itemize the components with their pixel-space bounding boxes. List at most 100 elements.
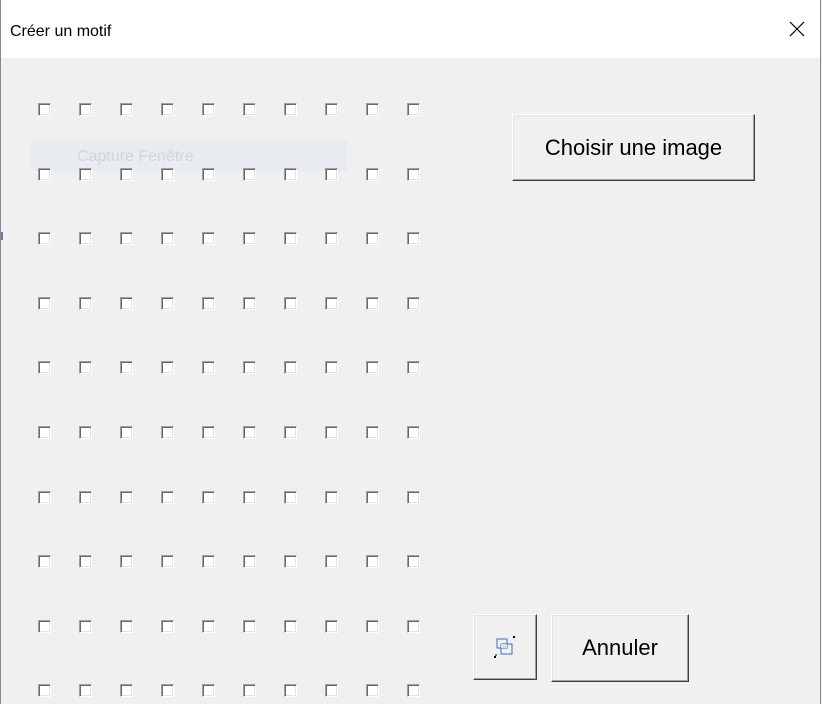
pattern-checkbox[interactable]: [202, 555, 215, 568]
pattern-checkbox[interactable]: [325, 491, 338, 504]
pattern-checkbox[interactable]: [243, 103, 256, 116]
pattern-checkbox[interactable]: [243, 426, 256, 439]
pattern-checkbox[interactable]: [161, 620, 174, 633]
pattern-checkbox[interactable]: [407, 555, 420, 568]
pattern-checkbox[interactable]: [202, 620, 215, 633]
pattern-checkbox[interactable]: [161, 555, 174, 568]
pattern-checkbox[interactable]: [243, 297, 256, 310]
pattern-checkbox[interactable]: [366, 168, 379, 181]
pattern-checkbox[interactable]: [79, 361, 92, 374]
pattern-checkbox[interactable]: [120, 361, 133, 374]
pattern-checkbox[interactable]: [284, 555, 297, 568]
pattern-checkbox[interactable]: [366, 620, 379, 633]
pattern-checkbox[interactable]: [407, 103, 420, 116]
pattern-checkbox[interactable]: [120, 232, 133, 245]
pattern-checkbox[interactable]: [38, 684, 51, 697]
pattern-checkbox[interactable]: [120, 620, 133, 633]
pattern-checkbox[interactable]: [325, 555, 338, 568]
pattern-checkbox[interactable]: [161, 232, 174, 245]
pattern-checkbox[interactable]: [202, 491, 215, 504]
pattern-checkbox[interactable]: [243, 232, 256, 245]
pattern-checkbox[interactable]: [79, 684, 92, 697]
pattern-checkbox[interactable]: [202, 297, 215, 310]
pattern-checkbox[interactable]: [120, 297, 133, 310]
pattern-checkbox[interactable]: [79, 168, 92, 181]
pattern-checkbox[interactable]: [243, 168, 256, 181]
pattern-checkbox[interactable]: [284, 426, 297, 439]
pattern-checkbox[interactable]: [161, 297, 174, 310]
pattern-checkbox[interactable]: [79, 620, 92, 633]
pattern-checkbox[interactable]: [366, 232, 379, 245]
pattern-checkbox[interactable]: [120, 555, 133, 568]
pattern-checkbox[interactable]: [284, 491, 297, 504]
pattern-checkbox[interactable]: [202, 361, 215, 374]
pattern-checkbox[interactable]: [407, 168, 420, 181]
pattern-checkbox[interactable]: [366, 555, 379, 568]
pattern-checkbox[interactable]: [79, 232, 92, 245]
pattern-checkbox[interactable]: [407, 232, 420, 245]
pattern-checkbox[interactable]: [325, 168, 338, 181]
pattern-checkbox[interactable]: [120, 103, 133, 116]
choose-image-button[interactable]: Choisir une image: [512, 114, 755, 181]
pattern-checkbox[interactable]: [284, 232, 297, 245]
screen-capture-button[interactable]: [473, 614, 537, 680]
pattern-checkbox[interactable]: [325, 426, 338, 439]
pattern-checkbox[interactable]: [38, 103, 51, 116]
pattern-checkbox[interactable]: [243, 555, 256, 568]
pattern-checkbox[interactable]: [243, 491, 256, 504]
pattern-checkbox[interactable]: [120, 168, 133, 181]
pattern-checkbox[interactable]: [407, 620, 420, 633]
pattern-checkbox[interactable]: [202, 426, 215, 439]
pattern-checkbox[interactable]: [284, 620, 297, 633]
pattern-checkbox[interactable]: [243, 684, 256, 697]
pattern-checkbox[interactable]: [325, 361, 338, 374]
pattern-checkbox[interactable]: [243, 620, 256, 633]
pattern-checkbox[interactable]: [38, 232, 51, 245]
cancel-button[interactable]: Annuler: [551, 614, 689, 682]
pattern-checkbox[interactable]: [366, 103, 379, 116]
close-button[interactable]: [774, 0, 820, 58]
pattern-checkbox[interactable]: [366, 426, 379, 439]
pattern-checkbox[interactable]: [284, 361, 297, 374]
pattern-checkbox[interactable]: [202, 103, 215, 116]
pattern-checkbox[interactable]: [38, 555, 51, 568]
pattern-checkbox[interactable]: [284, 103, 297, 116]
pattern-checkbox[interactable]: [202, 232, 215, 245]
pattern-checkbox[interactable]: [243, 361, 256, 374]
pattern-checkbox[interactable]: [38, 361, 51, 374]
pattern-checkbox[interactable]: [325, 103, 338, 116]
pattern-checkbox[interactable]: [79, 297, 92, 310]
pattern-checkbox[interactable]: [38, 620, 51, 633]
pattern-checkbox[interactable]: [325, 297, 338, 310]
pattern-checkbox[interactable]: [120, 426, 133, 439]
pattern-checkbox[interactable]: [161, 684, 174, 697]
pattern-checkbox[interactable]: [161, 168, 174, 181]
pattern-checkbox[interactable]: [284, 168, 297, 181]
pattern-checkbox[interactable]: [366, 684, 379, 697]
pattern-checkbox[interactable]: [407, 297, 420, 310]
pattern-checkbox[interactable]: [284, 297, 297, 310]
pattern-checkbox[interactable]: [284, 684, 297, 697]
pattern-checkbox[interactable]: [202, 684, 215, 697]
pattern-checkbox[interactable]: [79, 491, 92, 504]
pattern-checkbox[interactable]: [161, 361, 174, 374]
pattern-checkbox[interactable]: [79, 555, 92, 568]
pattern-checkbox[interactable]: [407, 491, 420, 504]
pattern-checkbox[interactable]: [202, 168, 215, 181]
pattern-checkbox[interactable]: [407, 361, 420, 374]
pattern-checkbox[interactable]: [79, 103, 92, 116]
pattern-checkbox[interactable]: [38, 491, 51, 504]
pattern-checkbox[interactable]: [366, 297, 379, 310]
pattern-checkbox[interactable]: [161, 491, 174, 504]
pattern-checkbox[interactable]: [79, 426, 92, 439]
pattern-checkbox[interactable]: [120, 491, 133, 504]
pattern-checkbox[interactable]: [407, 684, 420, 697]
pattern-checkbox[interactable]: [366, 491, 379, 504]
pattern-checkbox[interactable]: [325, 684, 338, 697]
pattern-checkbox[interactable]: [38, 297, 51, 310]
pattern-checkbox[interactable]: [325, 620, 338, 633]
pattern-checkbox[interactable]: [407, 426, 420, 439]
pattern-checkbox[interactable]: [366, 361, 379, 374]
pattern-checkbox[interactable]: [120, 684, 133, 697]
pattern-checkbox[interactable]: [38, 168, 51, 181]
